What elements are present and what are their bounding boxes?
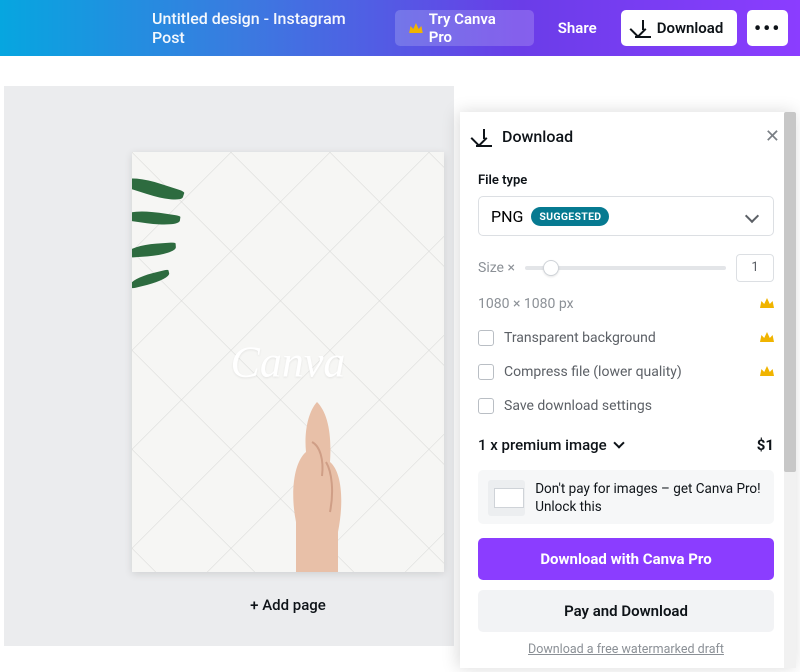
add-page-button[interactable]: + Add page xyxy=(132,584,444,626)
premium-summary-text: 1 x premium image xyxy=(478,436,607,454)
slider-knob[interactable] xyxy=(543,260,559,276)
download-label: Download xyxy=(657,19,724,37)
canvas-frame: Canva + Add page xyxy=(4,86,454,646)
crown-icon xyxy=(409,23,423,33)
panel-body: File type PNG SUGGESTED Size × 1 1080 × … xyxy=(460,159,796,657)
more-button[interactable]: ••• xyxy=(747,10,788,46)
pay-download-button[interactable]: Pay and Download xyxy=(478,590,774,632)
download-pro-label: Download with Canva Pro xyxy=(540,550,711,568)
size-slider[interactable] xyxy=(525,266,726,270)
try-pro-label: Try Canva Pro xyxy=(429,10,520,46)
transparent-bg-label: Transparent background xyxy=(504,330,656,346)
size-row: Size × 1 xyxy=(478,254,774,282)
design-canvas[interactable]: Canva xyxy=(132,152,444,572)
crown-icon xyxy=(760,364,774,380)
download-pro-button[interactable]: Download with Canva Pro xyxy=(478,538,774,580)
document-title: Untitled design - Instagram Post xyxy=(152,9,375,47)
panel-scrollbar[interactable] xyxy=(784,112,796,668)
try-pro-button[interactable]: Try Canva Pro xyxy=(395,10,534,46)
file-type-label: File type xyxy=(478,173,774,188)
hands-image xyxy=(272,402,362,572)
chevron-down-icon xyxy=(613,437,624,448)
crown-icon xyxy=(760,330,774,346)
checkbox[interactable] xyxy=(478,364,494,380)
download-button[interactable]: Download xyxy=(621,10,738,46)
download-icon xyxy=(476,129,492,145)
download-icon xyxy=(635,20,651,36)
panel-header: Download ✕ xyxy=(460,112,796,159)
chevron-down-icon xyxy=(745,209,759,223)
premium-summary-row[interactable]: 1 x premium image $1 xyxy=(478,436,774,454)
suggested-badge: SUGGESTED xyxy=(531,207,609,226)
file-type-select[interactable]: PNG SUGGESTED xyxy=(478,196,774,236)
promo-thumbnail xyxy=(488,480,525,516)
crown-icon xyxy=(760,296,774,312)
canva-watermark: Canva xyxy=(231,337,346,388)
file-type-value: PNG xyxy=(491,207,523,226)
workspace: Canva + Add page Download ✕ File type PN… xyxy=(0,56,800,672)
panel-title: Download xyxy=(502,127,573,146)
pro-promo: Don't pay for images – get Canva Pro! Un… xyxy=(478,470,774,524)
pay-download-label: Pay and Download xyxy=(564,602,688,620)
top-bar: Untitled design - Instagram Post Try Can… xyxy=(0,0,800,56)
checkbox[interactable] xyxy=(478,330,494,346)
premium-price: $1 xyxy=(757,436,774,454)
save-settings-option[interactable]: Save download settings xyxy=(478,398,774,414)
save-settings-label: Save download settings xyxy=(504,398,652,414)
promo-text: Don't pay for images – get Canva Pro! Un… xyxy=(535,480,764,514)
checkbox[interactable] xyxy=(478,398,494,414)
dimensions-row: 1080 × 1080 px xyxy=(478,296,774,312)
size-label: Size × xyxy=(478,260,515,276)
dimensions-text: 1080 × 1080 px xyxy=(478,296,574,312)
add-page-label: + Add page xyxy=(250,596,326,614)
size-input[interactable]: 1 xyxy=(736,254,774,282)
share-label: Share xyxy=(558,19,597,37)
more-icon: ••• xyxy=(754,16,781,40)
compress-label: Compress file (lower quality) xyxy=(504,364,682,380)
watermarked-draft-link[interactable]: Download a free watermarked draft xyxy=(478,642,774,657)
transparent-bg-option[interactable]: Transparent background xyxy=(478,330,774,346)
share-button[interactable]: Share xyxy=(544,10,611,46)
scroll-thumb[interactable] xyxy=(784,112,796,472)
compress-option[interactable]: Compress file (lower quality) xyxy=(478,364,774,380)
download-panel: Download ✕ File type PNG SUGGESTED Size … xyxy=(460,112,796,668)
close-icon[interactable]: ✕ xyxy=(765,126,780,147)
